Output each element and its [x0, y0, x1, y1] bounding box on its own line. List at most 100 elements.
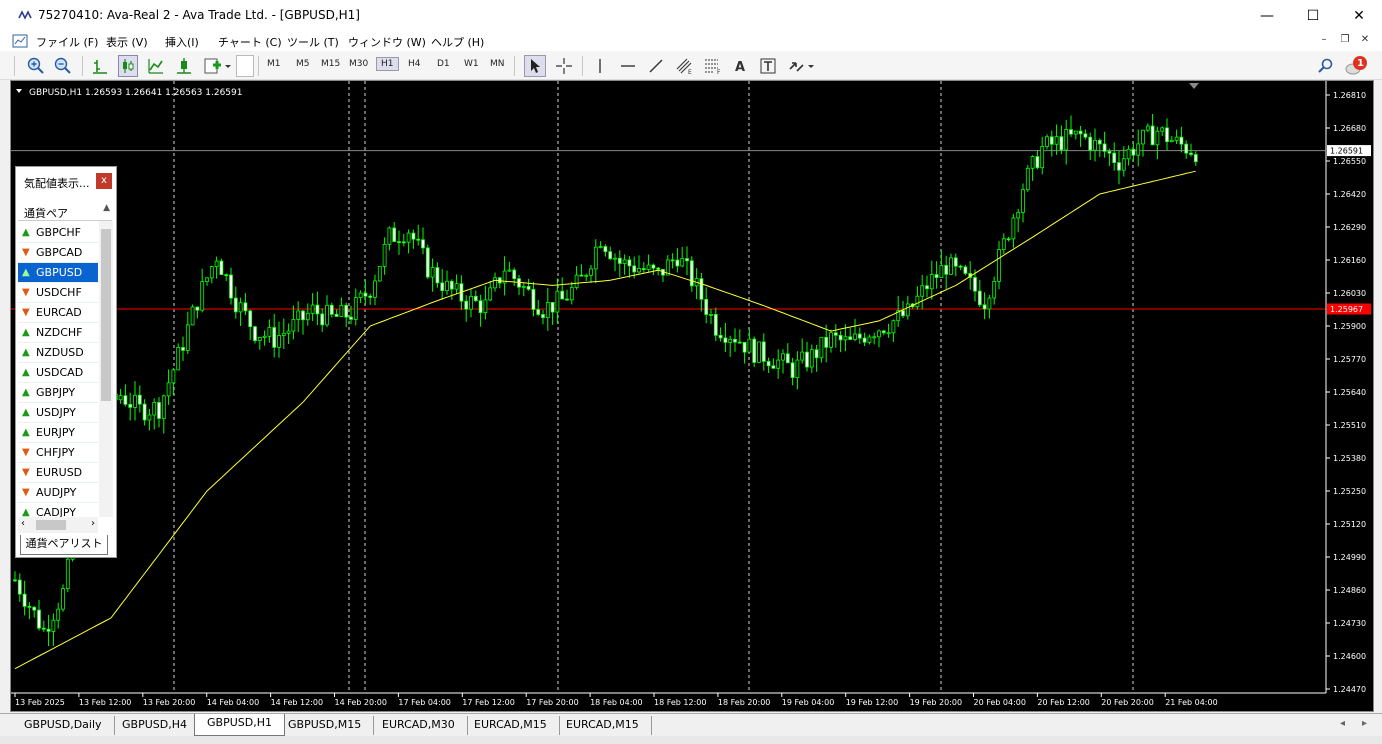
price-tick-label: 1.25900: [1333, 322, 1366, 331]
symbol-row-gbpusd[interactable]: ▲ GBPUSD: [18, 263, 98, 283]
candle-body: [891, 320, 896, 334]
tf-h4-button[interactable]: H4: [408, 59, 421, 69]
candle-chart-button[interactable]: [118, 55, 138, 77]
symbol-row-usdchf[interactable]: ▼ USDCHF: [18, 283, 98, 303]
market-watch-window[interactable]: 気配値表示... x 通貨ペア ▲ ▲ GBPCHF ▼ GBPCAD ▲ GBPUSD ▼…: [15, 166, 117, 558]
bar-chart-button[interactable]: [90, 55, 110, 77]
menu-chart[interactable]: チャート (C): [218, 34, 282, 50]
text-label-tool-button[interactable]: [758, 55, 778, 77]
chart-tab[interactable]: GBPUSD,H1: [194, 714, 285, 736]
symbol-row-gbpcad[interactable]: ▼ GBPCAD: [18, 243, 98, 263]
maximize-button[interactable]: ☐: [1290, 0, 1336, 31]
mdi-restore-icon[interactable]: ❐: [1337, 34, 1353, 45]
search-button[interactable]: [1316, 55, 1336, 77]
notifications-button[interactable]: 1: [1344, 55, 1370, 77]
mdi-close-icon[interactable]: ✕: [1357, 34, 1373, 45]
candle-body: [920, 285, 925, 297]
market-watch-header[interactable]: 気配値表示... x: [16, 167, 116, 197]
indicators-button[interactable]: [202, 55, 232, 77]
market-watch-close-button[interactable]: x: [96, 173, 112, 189]
candle-body: [1179, 136, 1184, 145]
candle-body: [689, 260, 694, 287]
zoom-in-button[interactable]: [26, 55, 46, 77]
symbol-row-gbpjpy[interactable]: ▲ GBPJPY: [18, 383, 98, 403]
tf-m1-button[interactable]: M1: [267, 59, 281, 69]
tf-m5-button[interactable]: M5: [296, 59, 310, 69]
candle-body: [555, 290, 560, 313]
menu-view[interactable]: 表示 (V): [106, 34, 148, 50]
symbol-row-usdcad[interactable]: ▲ USDCAD: [18, 363, 98, 383]
menu-window[interactable]: ウィンドウ (W): [348, 34, 426, 50]
chart-tab[interactable]: GBPUSD,Daily: [12, 716, 115, 735]
chart-tab[interactable]: EURCAD,M15: [554, 716, 652, 735]
horizontal-line-tool-button[interactable]: [618, 55, 638, 77]
symbol-row-usdjpy[interactable]: ▲ USDJPY: [18, 403, 98, 423]
cursor-tool-button[interactable]: [524, 55, 546, 77]
zoom-out-button[interactable]: [53, 55, 73, 77]
mdi-minimize-icon[interactable]: –: [1316, 34, 1332, 45]
tabs-scroll-left-icon[interactable]: ◂: [1340, 718, 1345, 729]
menu-file[interactable]: ファイル (F): [36, 34, 98, 50]
auto-scroll-button[interactable]: [174, 55, 194, 77]
chart-tab[interactable]: EURCAD,M15: [462, 716, 560, 735]
tf-m30-button[interactable]: M30: [349, 59, 368, 69]
candle-body: [1136, 143, 1141, 156]
symbol-row-eurusd[interactable]: ▼ EURUSD: [18, 463, 98, 483]
vertical-line-tool-button[interactable]: [590, 55, 610, 77]
candle-body: [1121, 158, 1126, 171]
line-chart-button[interactable]: [146, 55, 166, 77]
symbol-row-chfjpy[interactable]: ▼ CHFJPY: [18, 443, 98, 463]
candle-body: [785, 353, 790, 364]
chart-tab[interactable]: GBPUSD,M15: [276, 716, 375, 735]
candle-body: [445, 280, 449, 292]
time-tick-label: 14 Feb 20:00: [335, 698, 387, 707]
tabs-scroll-right-icon[interactable]: ▸: [1362, 718, 1367, 729]
symbol-row-eurjpy[interactable]: ▲ EURJPY: [18, 423, 98, 443]
market-watch-horizontal-scrollbar[interactable]: ‹ ›: [18, 517, 98, 533]
fibonacci-tool-button[interactable]: F: [702, 55, 724, 77]
tf-h1-button[interactable]: H1: [376, 57, 399, 71]
scroll-thumb[interactable]: [36, 520, 66, 530]
candle-body: [430, 267, 435, 278]
trendline-tool-button[interactable]: [646, 55, 666, 77]
tf-w1-button[interactable]: W1: [464, 59, 479, 69]
scroll-thumb[interactable]: [101, 229, 111, 401]
period-box[interactable]: [236, 55, 254, 77]
price-down-icon: ▼: [22, 447, 30, 458]
chart-window[interactable]: 1.26810 1.26680 1.26550 1.26420 1.26290 1.261…: [10, 80, 1374, 712]
scroll-left-icon[interactable]: ‹: [21, 518, 25, 529]
chart-window-icon[interactable]: [12, 33, 28, 49]
chart-tab[interactable]: EURCAD,M30: [370, 716, 468, 735]
menu-tools[interactable]: ツール (T): [287, 34, 339, 50]
scroll-right-icon[interactable]: ›: [91, 518, 95, 529]
text-tool-button[interactable]: A: [730, 55, 750, 77]
symbol-row-nzdusd[interactable]: ▲ NZDUSD: [18, 343, 98, 363]
price-chart[interactable]: 1.26810 1.26680 1.26550 1.26420 1.26290 1.261…: [11, 81, 1373, 711]
candle-body: [737, 341, 742, 344]
candle-body: [315, 304, 320, 315]
chart-tab[interactable]: GBPUSD,H4: [110, 716, 200, 735]
candle-body: [512, 269, 517, 280]
menu-insert[interactable]: 挿入(I): [165, 34, 199, 50]
close-button[interactable]: ✕: [1336, 0, 1382, 31]
minimize-button[interactable]: —: [1244, 0, 1290, 31]
menu-help[interactable]: ヘルプ (H): [431, 34, 484, 50]
equidistant-channel-tool-button[interactable]: E: [674, 55, 696, 77]
symbol-row-eurcad[interactable]: ▼ EURCAD: [18, 303, 98, 323]
symbol-row-audjpy[interactable]: ▼ AUDJPY: [18, 483, 98, 503]
tf-m15-button[interactable]: M15: [321, 59, 340, 69]
market-watch-vertical-scrollbar[interactable]: [99, 221, 113, 517]
arrows-tool-button[interactable]: [786, 55, 816, 77]
candle-body: [622, 259, 627, 264]
crosshair-tool-button[interactable]: [554, 55, 574, 77]
symbol-row-nzdchf[interactable]: ▲ NZDCHF: [18, 323, 98, 343]
tf-d1-button[interactable]: D1: [437, 59, 450, 69]
candle-body: [723, 337, 728, 343]
chart-shift-marker[interactable]: [1189, 83, 1199, 89]
symbol-name: GBPCHF: [36, 226, 81, 239]
candle-body: [1054, 136, 1059, 145]
symbol-row-gbpchf[interactable]: ▲ GBPCHF: [18, 223, 98, 243]
symbol-column-header[interactable]: 通貨ペア ▲: [18, 201, 112, 221]
symbols-tab[interactable]: 通貨ペアリスト: [20, 535, 108, 555]
tf-mn-button[interactable]: MN: [490, 59, 505, 69]
